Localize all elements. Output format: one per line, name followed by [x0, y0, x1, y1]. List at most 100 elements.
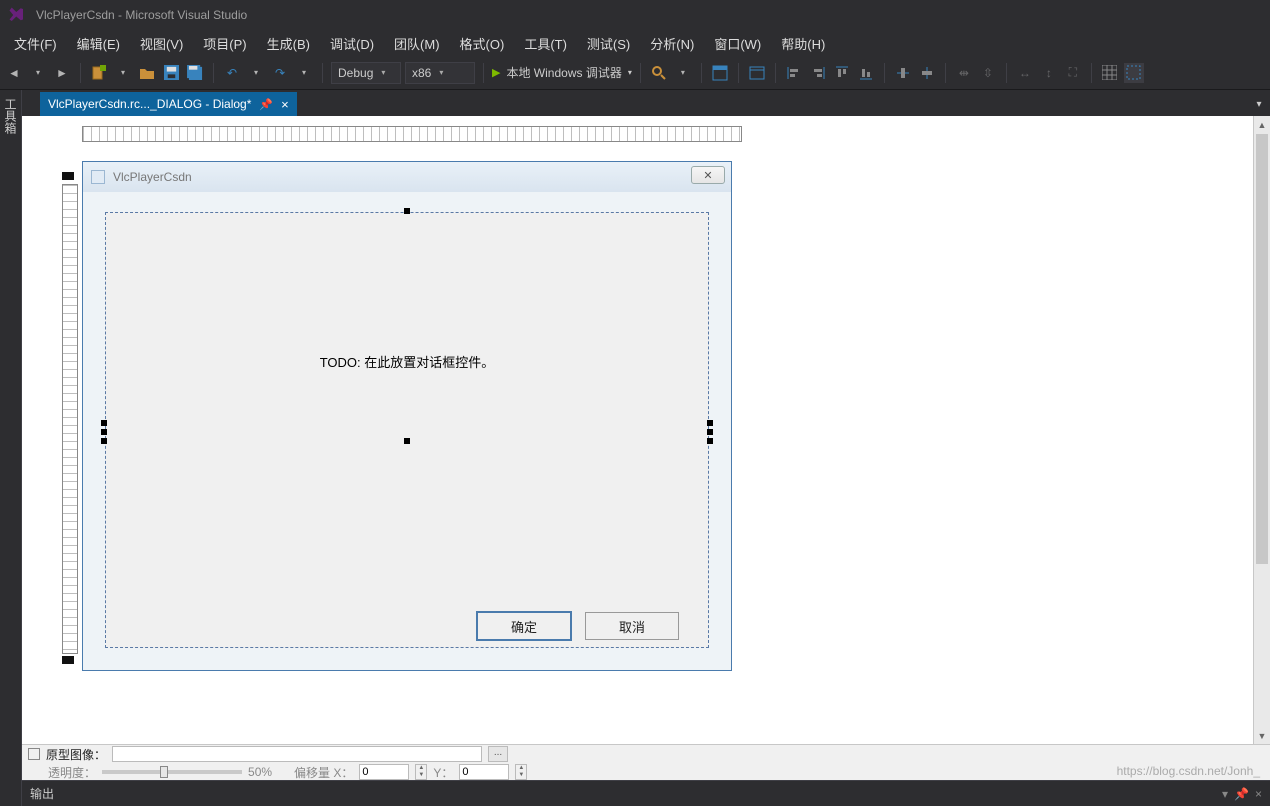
separator — [884, 63, 885, 83]
start-debug-button[interactable]: ▶ 本地 Windows 调试器 ▾ — [492, 64, 632, 81]
nav-back-icon[interactable]: ◄ — [4, 63, 24, 83]
menu-window[interactable]: 窗口(W) — [704, 30, 771, 57]
find-dropdown[interactable]: ▾ — [673, 63, 693, 83]
space-down-icon: ⇳ — [978, 63, 998, 83]
menu-build[interactable]: 生成(B) — [257, 30, 320, 57]
align-bottom-icon[interactable] — [856, 63, 876, 83]
scroll-down-icon[interactable]: ▼ — [1254, 727, 1270, 744]
align-right-icon[interactable] — [808, 63, 828, 83]
dialog-client-area[interactable] — [105, 212, 709, 648]
separator — [80, 63, 81, 83]
redo-dropdown[interactable]: ▾ — [294, 63, 314, 83]
separator — [322, 63, 323, 83]
tab-overflow-icon[interactable]: ▾ — [1248, 92, 1270, 116]
menu-debug[interactable]: 调试(D) — [320, 30, 384, 57]
separator — [483, 63, 484, 83]
separator — [775, 63, 776, 83]
dialog-icon — [91, 170, 105, 184]
horizontal-ruler — [82, 126, 742, 142]
separator — [213, 63, 214, 83]
nav-forward-icon[interactable]: ► — [52, 63, 72, 83]
menu-project[interactable]: 项目(P) — [193, 30, 256, 57]
undo-icon[interactable]: ↶ — [222, 63, 242, 83]
center-vertical-icon[interactable] — [917, 63, 937, 83]
save-all-icon[interactable] — [185, 63, 205, 83]
menu-format[interactable]: 格式(O) — [450, 30, 515, 57]
offset-y-spinner[interactable]: ▲▼ — [515, 764, 527, 780]
slider-thumb[interactable] — [160, 766, 168, 778]
offset-x-spinner[interactable]: ▲▼ — [415, 764, 427, 780]
toolbox-collapsed[interactable]: 工具箱 — [0, 90, 22, 806]
config-combo[interactable]: Debug▾ — [331, 62, 401, 84]
editor-icon[interactable] — [710, 63, 730, 83]
cancel-label: 取消 — [619, 617, 645, 636]
menubar: 文件(F) 编辑(E) 视图(V) 项目(P) 生成(B) 调试(D) 团队(M… — [0, 30, 1270, 56]
ruler-marker — [62, 656, 74, 664]
platform-combo[interactable]: x86▾ — [405, 62, 475, 84]
toggle-grid-icon[interactable] — [1100, 63, 1120, 83]
save-icon[interactable] — [161, 63, 181, 83]
separator — [1006, 63, 1007, 83]
ok-label: 确定 — [511, 617, 537, 636]
nav-back-dropdown[interactable]: ▾ — [28, 63, 48, 83]
align-top-icon[interactable] — [832, 63, 852, 83]
static-todo-text[interactable]: TODO: 在此放置对话框控件。 — [320, 352, 495, 371]
pin-icon[interactable]: 📌 — [259, 98, 273, 111]
dialog-close-icon[interactable]: ✕ — [691, 166, 725, 184]
menu-team[interactable]: 团队(M) — [384, 30, 450, 57]
prototype-image-path[interactable] — [112, 746, 482, 762]
prototype-image-checkbox[interactable] — [28, 748, 40, 760]
vertical-ruler — [62, 184, 78, 654]
browse-button[interactable]: ... — [488, 746, 508, 762]
close-tab-icon[interactable]: × — [281, 97, 289, 112]
vertical-scrollbar[interactable]: ▲ ▼ — [1253, 116, 1270, 744]
align-left-icon[interactable] — [784, 63, 804, 83]
dialog-designer: VlcPlayerCsdn ✕ TODO: 在此放置对话框控件。 确定 取消 ▲… — [22, 116, 1270, 744]
dialog-preview[interactable]: VlcPlayerCsdn ✕ TODO: 在此放置对话框控件。 确定 取消 — [82, 161, 732, 671]
document-tab-active[interactable]: VlcPlayerCsdn.rc..._DIALOG - Dialog* 📌 × — [40, 92, 297, 116]
toolbox-label: 工具箱 — [2, 90, 19, 134]
open-file-icon[interactable] — [137, 63, 157, 83]
menu-test[interactable]: 测试(S) — [577, 30, 640, 57]
offset-x-input[interactable] — [359, 764, 409, 780]
opacity-label: 透明度： — [48, 764, 96, 781]
window-title: VlcPlayerCsdn - Microsoft Visual Studio — [36, 8, 247, 22]
new-item-dropdown[interactable]: ▾ — [113, 63, 133, 83]
menu-analyze[interactable]: 分析(N) — [640, 30, 704, 57]
resize-handle[interactable] — [404, 208, 410, 214]
output-pane-header[interactable]: 输出 ▾ 📌 × — [22, 780, 1270, 806]
resize-handles-right[interactable] — [707, 420, 713, 444]
find-icon[interactable] — [649, 63, 669, 83]
center-horizontal-icon[interactable] — [893, 63, 913, 83]
pin-icon[interactable]: 📌 — [1234, 787, 1249, 801]
dropdown-icon[interactable]: ▾ — [1222, 787, 1228, 801]
menu-edit[interactable]: 编辑(E) — [67, 30, 130, 57]
separator — [701, 63, 702, 83]
close-icon[interactable]: × — [1255, 787, 1262, 801]
menu-tools[interactable]: 工具(T) — [514, 30, 577, 57]
redo-icon[interactable]: ↷ — [270, 63, 290, 83]
resize-handle[interactable] — [404, 438, 410, 444]
opacity-slider[interactable] — [102, 770, 242, 774]
scroll-up-icon[interactable]: ▲ — [1254, 116, 1270, 133]
menu-help[interactable]: 帮助(H) — [771, 30, 835, 57]
undo-dropdown[interactable]: ▾ — [246, 63, 266, 83]
resize-handles-left[interactable] — [101, 420, 107, 444]
separator — [1091, 63, 1092, 83]
new-item-icon[interactable] — [89, 63, 109, 83]
platform-value: x86 — [412, 66, 431, 80]
debugger-label: 本地 Windows 调试器 — [506, 64, 621, 81]
separator — [945, 63, 946, 83]
cancel-button[interactable]: 取消 — [585, 612, 679, 640]
toggle-guides-icon[interactable] — [1124, 63, 1144, 83]
test-dialog-icon[interactable] — [747, 63, 767, 83]
offset-y-input[interactable] — [459, 764, 509, 780]
scroll-thumb[interactable] — [1256, 134, 1268, 564]
designer-canvas[interactable]: VlcPlayerCsdn ✕ TODO: 在此放置对话框控件。 确定 取消 — [22, 116, 1252, 744]
prototype-image-label: 原型图像： — [46, 746, 106, 763]
same-height-icon: ↕ — [1039, 63, 1059, 83]
ok-button[interactable]: 确定 — [477, 612, 571, 640]
prototype-image-strip: 原型图像： ... 透明度： 50% 偏移量 X： ▲▼ Y： ▲▼ — [22, 744, 1270, 780]
menu-view[interactable]: 视图(V) — [130, 30, 193, 57]
menu-file[interactable]: 文件(F) — [4, 30, 67, 57]
